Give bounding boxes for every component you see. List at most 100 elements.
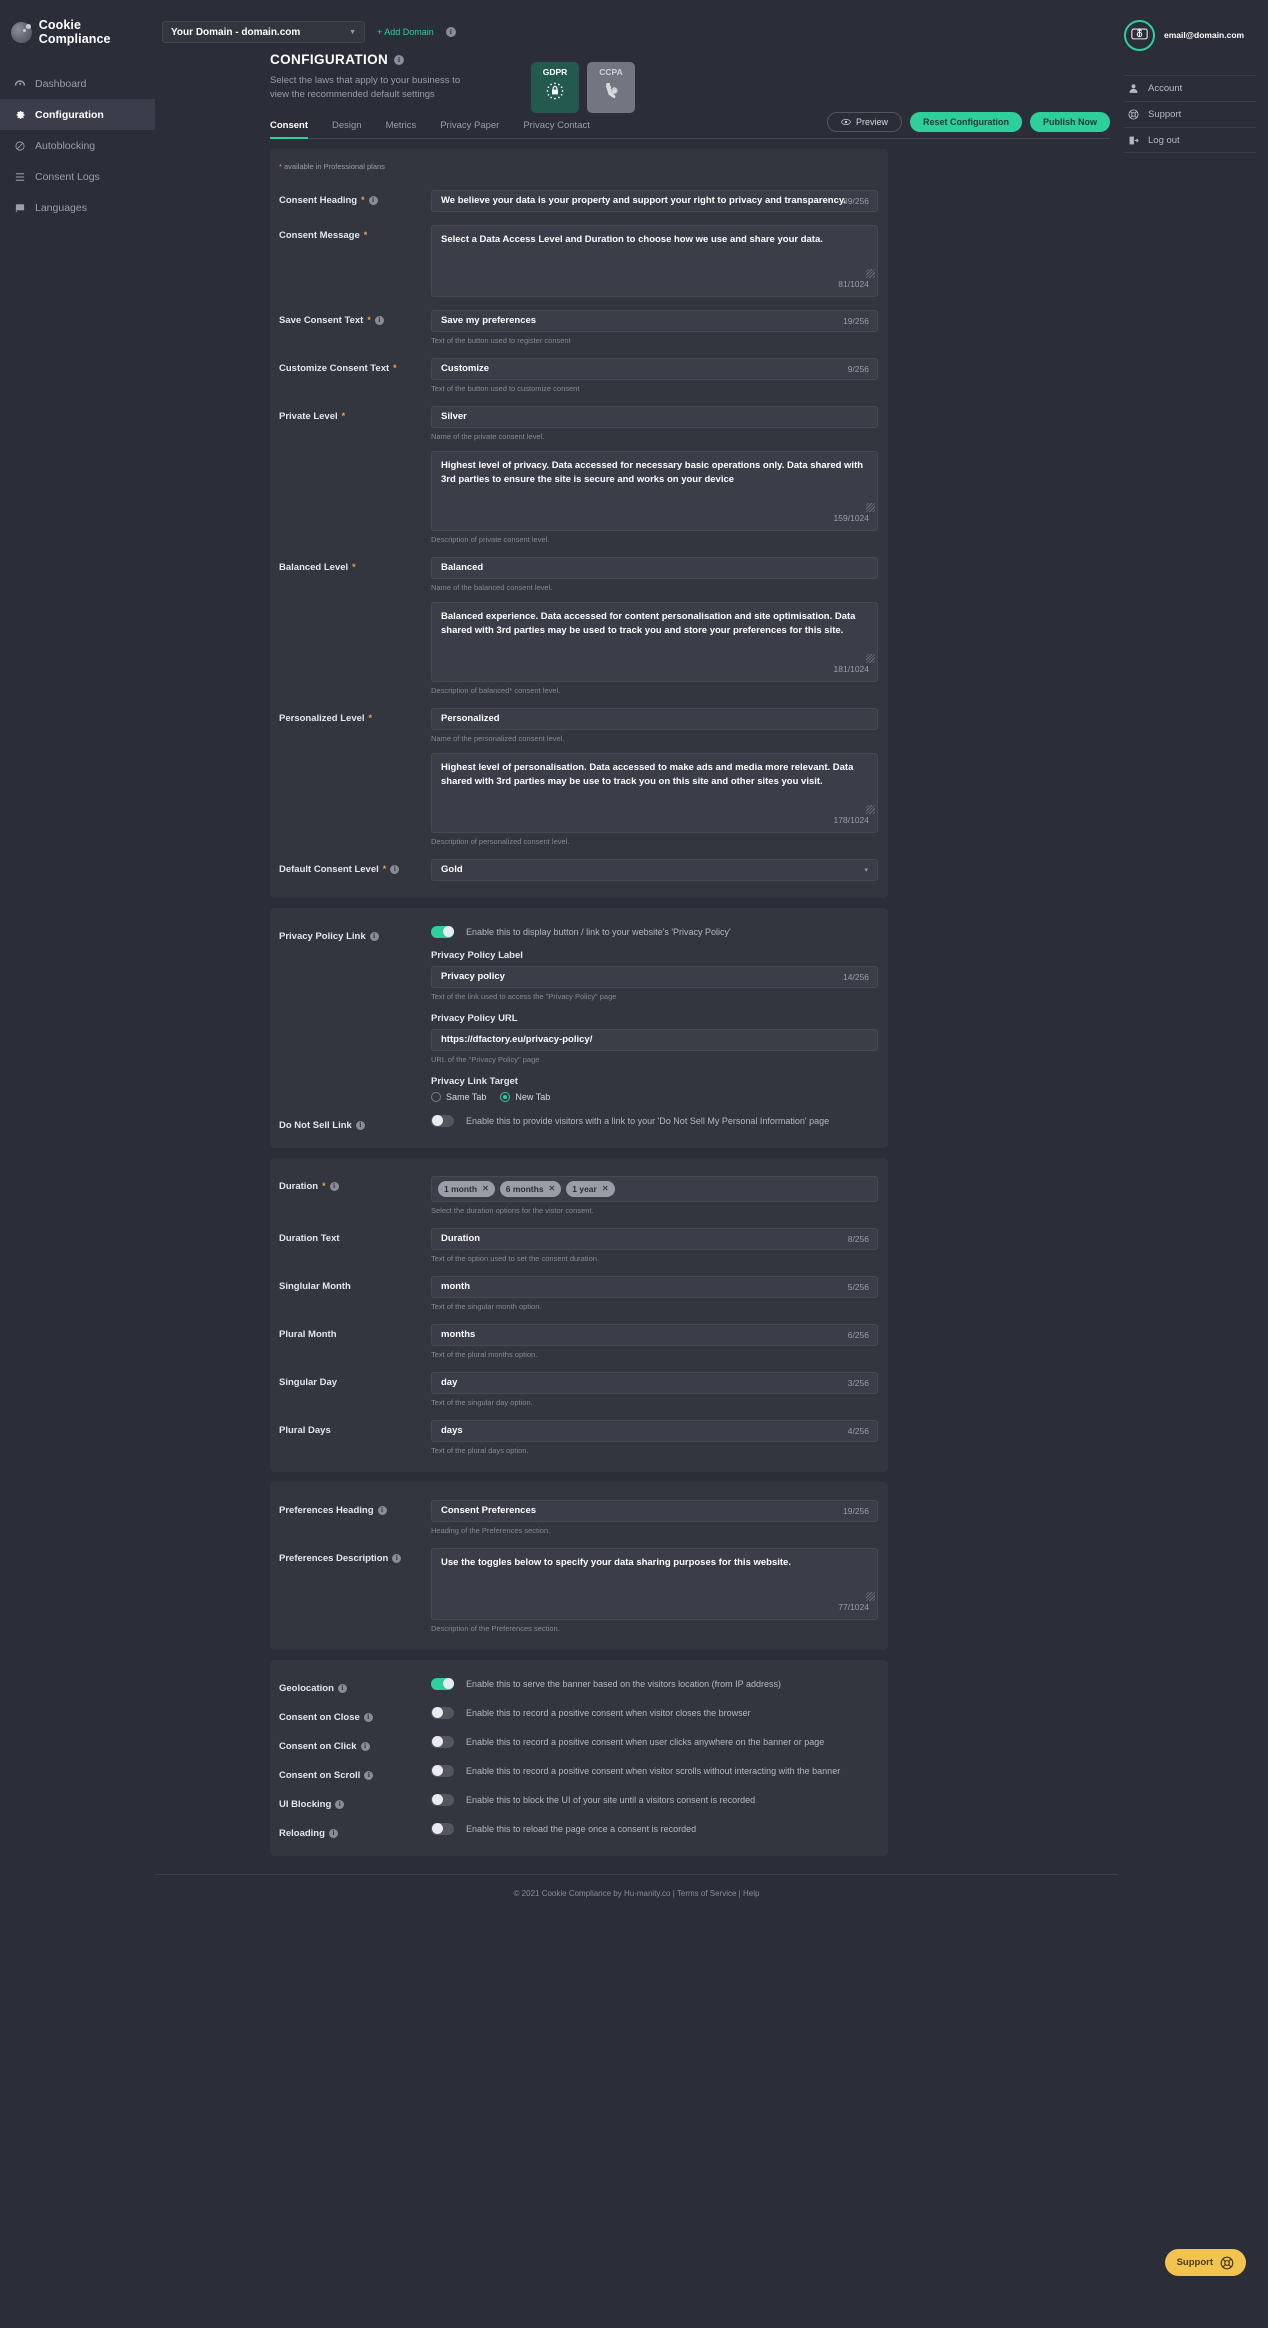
personalized-level-description-textarea[interactable]: Highest level of personalisation. Data a… bbox=[431, 752, 878, 833]
consent-on-scroll-info-icon[interactable]: i bbox=[364, 1770, 374, 1780]
duration-info-icon[interactable]: i bbox=[329, 1181, 339, 1191]
tab-design[interactable]: Design bbox=[332, 120, 362, 138]
privacy-policy-link-toggle[interactable] bbox=[431, 925, 454, 938]
consent-on-click-toggle[interactable] bbox=[431, 1735, 454, 1748]
default-consent-level-info-icon[interactable]: i bbox=[390, 864, 400, 874]
singular-month-input[interactable]: month 5/256 bbox=[431, 1275, 878, 1298]
toggle-description: Enable this to record a positive consent… bbox=[466, 1707, 751, 1718]
avatar[interactable] bbox=[1124, 19, 1155, 51]
sidebar-item-consent-logs[interactable]: Consent Logs bbox=[0, 161, 155, 192]
support-fab-button[interactable]: Support bbox=[1164, 2249, 1246, 2276]
field-row-private-level: Private Level * Silver Name of the priva… bbox=[270, 405, 888, 544]
add-domain-link[interactable]: + Add Domain bbox=[377, 27, 434, 37]
tab-metrics[interactable]: Metrics bbox=[386, 120, 417, 138]
geolocation-info-icon[interactable]: i bbox=[337, 1683, 347, 1693]
resize-grip-icon[interactable] bbox=[866, 804, 875, 814]
field-row-privacy-policy-link: Privacy Policy Link i Enable this to dis… bbox=[270, 925, 888, 1102]
plural-days-input[interactable]: days 4/256 bbox=[431, 1419, 878, 1442]
close-icon[interactable]: ✕ bbox=[482, 1184, 489, 1193]
customize-consent-text-input[interactable]: Customize 9/256 bbox=[431, 357, 878, 380]
default-consent-level-select[interactable]: Gold ▾ bbox=[431, 858, 878, 881]
duration-chip[interactable]: 1 year ✕ bbox=[566, 1180, 615, 1197]
duration-chip[interactable]: 6 months ✕ bbox=[499, 1180, 562, 1197]
duration-text-input[interactable]: Duration 8/256 bbox=[431, 1227, 878, 1250]
label-text: Preferences Heading bbox=[279, 1504, 374, 1516]
reloading-info-icon[interactable]: i bbox=[328, 1828, 338, 1838]
field-hint: Name of the private consent level. bbox=[431, 431, 545, 441]
field-hint: Name of the personalized consent level. bbox=[431, 733, 565, 743]
sidebar-item-dashboard[interactable]: Dashboard bbox=[0, 68, 155, 99]
duration-chips-input[interactable]: 1 month ✕ 6 months ✕ 1 year ✕ bbox=[431, 1175, 878, 1202]
consent-on-scroll-toggle[interactable] bbox=[431, 1764, 454, 1777]
sidebar-item-label: Languages bbox=[35, 201, 87, 214]
resize-grip-icon[interactable] bbox=[866, 268, 875, 278]
reloading-label: Reloading i bbox=[279, 1823, 431, 1839]
ui-blocking-toggle[interactable] bbox=[431, 1793, 454, 1806]
page-title-info-icon[interactable]: i bbox=[394, 54, 405, 65]
private-level-name-input[interactable]: Silver bbox=[431, 405, 878, 428]
account-summary[interactable]: email@domain.com bbox=[1124, 14, 1256, 56]
personalized-level-name-input[interactable]: Personalized bbox=[431, 707, 878, 730]
add-domain-info-icon[interactable]: i bbox=[445, 27, 456, 37]
reloading-toggle[interactable] bbox=[431, 1822, 454, 1835]
save-consent-text-input[interactable]: Save my preferences 19/256 bbox=[431, 309, 878, 332]
do-not-sell-link-toggle[interactable] bbox=[431, 1114, 454, 1127]
privacy-policy-link-info-icon[interactable]: i bbox=[369, 931, 379, 941]
sidebar-item-languages[interactable]: Languages bbox=[0, 192, 155, 223]
preferences-description-textarea[interactable]: Use the toggles below to specify your da… bbox=[431, 1547, 878, 1620]
plural-month-input[interactable]: months 6/256 bbox=[431, 1323, 878, 1346]
close-icon[interactable]: ✕ bbox=[549, 1184, 556, 1193]
law-card-gdpr[interactable]: GDPR bbox=[531, 62, 579, 113]
consent-message-textarea[interactable]: Select a Data Access Level and Duration … bbox=[431, 224, 878, 297]
consent-message-label: Consent Message * bbox=[279, 229, 368, 241]
privacy-link-target-radio-group: Same Tab New Tab bbox=[431, 1091, 878, 1102]
resize-grip-icon[interactable] bbox=[866, 1591, 875, 1601]
sidebar-item-autoblocking[interactable]: Autoblocking bbox=[0, 130, 155, 161]
singular-day-input[interactable]: day 3/256 bbox=[431, 1371, 878, 1394]
save-consent-text-info-icon[interactable]: i bbox=[374, 315, 384, 325]
right-menu-item-account[interactable]: Account bbox=[1124, 75, 1256, 101]
resize-grip-icon[interactable] bbox=[866, 653, 875, 663]
field-row-plural-month: Plural Month months 6/256 Text of the pl… bbox=[270, 1323, 888, 1359]
consent-on-close-toggle[interactable] bbox=[431, 1706, 454, 1719]
field-hint: Text of the button used to customize con… bbox=[431, 383, 580, 393]
right-menu-item-logout[interactable]: Log out bbox=[1124, 127, 1256, 153]
consent-on-close-info-icon[interactable]: i bbox=[363, 1712, 373, 1722]
tab-privacy-contact[interactable]: Privacy Contact bbox=[523, 120, 590, 138]
consent-heading-info-icon[interactable]: i bbox=[368, 195, 378, 205]
label-text: Consent on Close bbox=[279, 1711, 360, 1723]
tab-privacy-paper[interactable]: Privacy Paper bbox=[440, 120, 499, 138]
private-level-description-textarea[interactable]: Highest level of privacy. Data accessed … bbox=[431, 450, 878, 531]
consent-on-scroll-toggle-row: Enable this to record a positive consent… bbox=[431, 1764, 878, 1777]
balanced-level-name-input[interactable]: Balanced bbox=[431, 556, 878, 579]
duration-chip[interactable]: 1 month ✕ bbox=[438, 1180, 495, 1197]
resize-grip-icon[interactable] bbox=[866, 502, 875, 512]
privacy-policy-url-input[interactable]: https://dfactory.eu/privacy-policy/ bbox=[431, 1028, 878, 1051]
tab-actions: Preview Reset Configuration Publish Now bbox=[826, 111, 1110, 132]
preview-button[interactable]: Preview bbox=[826, 111, 902, 132]
radio-same-tab[interactable]: Same Tab bbox=[431, 1091, 486, 1102]
preview-label: Preview bbox=[855, 116, 888, 127]
consent-on-click-info-icon[interactable]: i bbox=[360, 1741, 370, 1751]
domain-select[interactable]: Your Domain - domain.com ▼ bbox=[162, 21, 365, 43]
publish-now-button[interactable]: Publish Now bbox=[1030, 111, 1110, 132]
law-card-ccpa[interactable]: CCPA bbox=[587, 62, 635, 113]
ui-blocking-info-icon[interactable]: i bbox=[335, 1799, 345, 1809]
preferences-description-info-icon[interactable]: i bbox=[392, 1553, 402, 1563]
label-text: Save Consent Text bbox=[279, 314, 364, 326]
tab-consent[interactable]: Consent bbox=[270, 120, 308, 139]
radio-new-tab[interactable]: New Tab bbox=[500, 1091, 550, 1102]
right-menu-item-support[interactable]: Support bbox=[1124, 101, 1256, 127]
sidebar-item-configuration[interactable]: Configuration bbox=[0, 99, 155, 130]
close-icon[interactable]: ✕ bbox=[602, 1184, 609, 1193]
do-not-sell-link-info-icon[interactable]: i bbox=[355, 1120, 365, 1130]
customize-consent-text-field-wrap: Customize 9/256 Text of the button used … bbox=[431, 357, 878, 393]
reset-configuration-button[interactable]: Reset Configuration bbox=[909, 111, 1022, 132]
geolocation-toggle[interactable] bbox=[431, 1677, 454, 1690]
consent-heading-input[interactable]: We believe your data is your property an… bbox=[431, 189, 878, 212]
preferences-heading-input[interactable]: Consent Preferences 19/256 bbox=[431, 1499, 878, 1522]
preferences-heading-info-icon[interactable]: i bbox=[377, 1505, 387, 1515]
balanced-level-description-textarea[interactable]: Balanced experience. Data accessed for c… bbox=[431, 601, 878, 682]
privacy-policy-label-input[interactable]: Privacy policy 14/256 bbox=[431, 965, 878, 988]
label-text: Consent on Scroll bbox=[279, 1769, 361, 1781]
